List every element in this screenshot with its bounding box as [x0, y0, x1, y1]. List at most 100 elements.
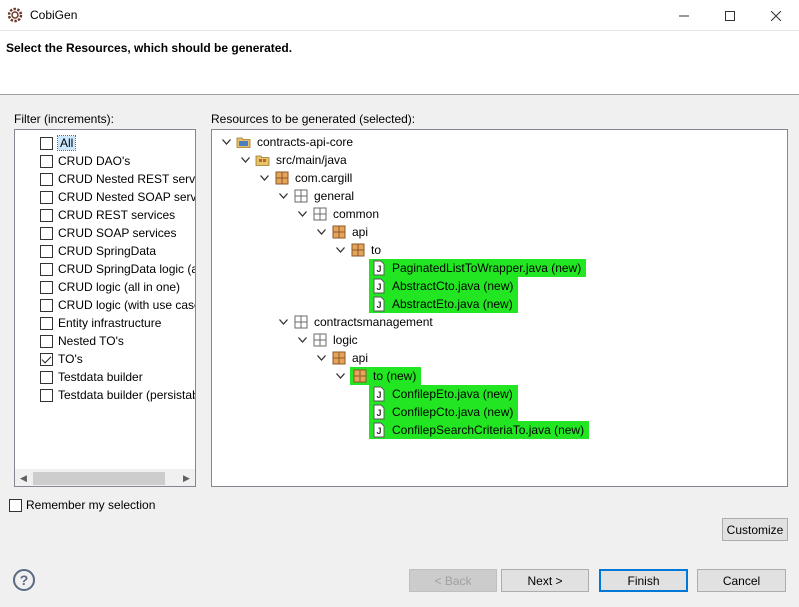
tree-node[interactable]: contractsmanagement	[277, 313, 435, 331]
filter-item[interactable]: CRUD logic (all in one)	[15, 278, 180, 296]
filter-item[interactable]: Entity infrastructure	[15, 314, 161, 332]
package-icon	[352, 368, 368, 384]
new-resource-highlight: J AbstractEto.java (new)	[369, 295, 518, 313]
next-button[interactable]: Next >	[501, 569, 589, 592]
expand-chevron-icon[interactable]	[315, 223, 327, 241]
filter-item[interactable]: CRUD SpringData logic (al	[15, 260, 195, 278]
customize-button[interactable]: Customize	[722, 518, 788, 541]
wizard-header: Select the Resources, which should be ge…	[0, 31, 799, 95]
tree-node-content: src/main/java	[255, 152, 349, 168]
filter-checkbox[interactable]	[40, 298, 53, 312]
filter-checkbox[interactable]	[40, 190, 53, 204]
tree-node-label: ConfilepCto.java (new)	[392, 405, 514, 419]
filter-item[interactable]: CRUD Nested SOAP servic	[15, 188, 196, 206]
filter-list[interactable]: All CRUD DAO's CRUD Nested REST service CRU…	[14, 129, 196, 487]
filter-checkbox[interactable]	[40, 244, 53, 258]
tree-node[interactable]: api	[315, 349, 370, 367]
tree-node[interactable]: J AbstractCto.java (new)	[353, 277, 519, 295]
tree-node-content: common	[312, 206, 381, 222]
expand-chevron-icon[interactable]	[296, 331, 308, 349]
filter-item[interactable]: CRUD DAO's	[15, 152, 130, 170]
filter-item[interactable]: CRUD SOAP services	[15, 224, 176, 242]
filter-item[interactable]: Testdata builder	[15, 368, 143, 386]
filter-item[interactable]: CRUD SpringData	[15, 242, 156, 260]
resources-label: Resources to be generated (selected):	[211, 112, 416, 126]
filter-checkbox[interactable]	[40, 352, 53, 366]
cancel-button[interactable]: Cancel	[697, 569, 786, 592]
tree-node[interactable]: contracts-api-core	[220, 133, 355, 151]
tree-node[interactable]: com.cargill	[258, 169, 354, 187]
filter-label: Filter (increments):	[14, 112, 115, 126]
expand-chevron-icon[interactable]	[296, 205, 308, 223]
tree-node[interactable]: J ConfilepSearchCriteriaTo.java (new)	[353, 421, 590, 439]
new-resource-highlight: J PaginatedListToWrapper.java (new)	[369, 259, 587, 277]
filter-checkbox[interactable]	[40, 208, 53, 222]
filter-checkbox[interactable]	[40, 154, 53, 168]
remember-checkbox-box[interactable]	[9, 498, 22, 512]
filter-checkbox[interactable]	[40, 370, 53, 384]
tree-node[interactable]: J AbstractEto.java (new)	[353, 295, 518, 313]
tree-node-label: src/main/java	[276, 153, 347, 167]
resources-tree[interactable]: contracts-api-core src/main/java com.cargi…	[211, 129, 788, 487]
horizontal-scrollbar[interactable]: ◀ ▶	[15, 469, 195, 486]
close-button[interactable]	[753, 0, 799, 31]
help-icon[interactable]: ?	[13, 569, 35, 591]
tree-node[interactable]: J PaginatedListToWrapper.java (new)	[353, 259, 587, 277]
expand-chevron-icon[interactable]	[239, 151, 251, 169]
maximize-icon	[725, 10, 735, 21]
filter-item[interactable]: Testdata builder (persistab	[15, 386, 195, 404]
expand-chevron-icon[interactable]	[277, 313, 289, 331]
filter-item-label: CRUD Nested SOAP servic	[58, 190, 196, 204]
filter-checkbox[interactable]	[40, 172, 53, 186]
tree-node[interactable]: to (new)	[334, 367, 422, 385]
project-icon	[236, 134, 252, 150]
tree-node[interactable]: to	[334, 241, 383, 259]
tree-node[interactable]: J ConfilepEto.java (new)	[353, 385, 518, 403]
filter-item-label: Nested TO's	[58, 334, 124, 348]
expand-chevron-icon[interactable]	[315, 349, 327, 367]
filter-item[interactable]: TO's	[15, 350, 83, 368]
expand-chevron-icon[interactable]	[258, 169, 270, 187]
empty-package-icon	[312, 206, 328, 222]
minimize-button[interactable]	[661, 0, 707, 31]
filter-checkbox[interactable]	[40, 388, 53, 402]
back-button[interactable]: < Back	[409, 569, 497, 592]
filter-item[interactable]: Nested TO's	[15, 332, 124, 350]
tree-node[interactable]: J ConfilepCto.java (new)	[353, 403, 519, 421]
filter-item[interactable]: CRUD logic (with use case	[15, 296, 195, 314]
filter-item[interactable]: All	[15, 134, 77, 152]
expand-chevron-icon[interactable]	[334, 241, 346, 259]
filter-item[interactable]: CRUD Nested REST service	[15, 170, 195, 188]
finish-button[interactable]: Finish	[599, 569, 688, 592]
filter-checkbox[interactable]	[40, 136, 53, 150]
tree-node[interactable]: api	[315, 223, 370, 241]
tree-node[interactable]: common	[296, 205, 381, 223]
expand-chevron-icon[interactable]	[220, 133, 232, 151]
filter-item-label: All	[56, 135, 77, 151]
package-icon	[331, 224, 347, 240]
filter-checkbox[interactable]	[40, 226, 53, 240]
filter-checkbox[interactable]	[40, 280, 53, 294]
expand-chevron-icon[interactable]	[277, 187, 289, 205]
tree-node-content: contractsmanagement	[293, 314, 435, 330]
scroll-right-icon[interactable]: ▶	[178, 470, 195, 486]
filter-checkbox[interactable]	[40, 334, 53, 348]
scroll-left-icon[interactable]: ◀	[15, 470, 32, 486]
tree-node-label: PaginatedListToWrapper.java (new)	[392, 261, 582, 275]
new-resource-highlight: J AbstractCto.java (new)	[369, 277, 519, 295]
scrollbar-thumb[interactable]	[33, 472, 165, 485]
remember-label: Remember my selection	[26, 498, 156, 512]
filter-item[interactable]: CRUD REST services	[15, 206, 175, 224]
tree-node[interactable]: src/main/java	[239, 151, 349, 169]
filter-checkbox[interactable]	[40, 262, 53, 276]
maximize-button[interactable]	[707, 0, 753, 31]
tree-node[interactable]: logic	[296, 331, 360, 349]
tree-node[interactable]: general	[277, 187, 356, 205]
expand-chevron-icon[interactable]	[334, 367, 346, 385]
tree-node-label: ConfilepEto.java (new)	[392, 387, 513, 401]
package-icon	[331, 350, 347, 366]
svg-text:J: J	[376, 390, 381, 400]
filter-checkbox[interactable]	[40, 316, 53, 330]
remember-selection-checkbox[interactable]: Remember my selection	[9, 498, 155, 512]
